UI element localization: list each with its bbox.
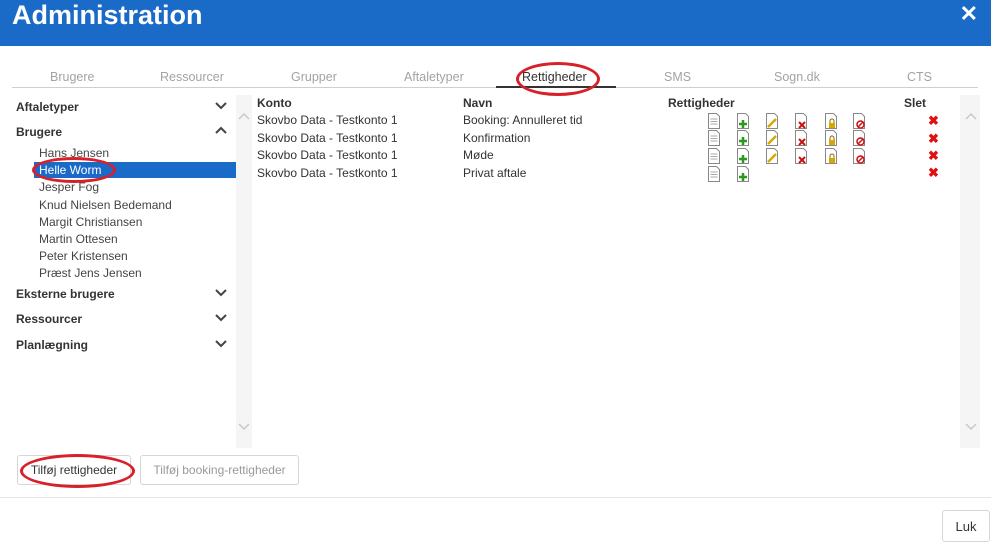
tab-ressourcer[interactable]: Ressourcer — [160, 70, 224, 84]
delete-doc-icon[interactable] — [794, 148, 808, 164]
tab-sogn-dk[interactable]: Sogn.dk — [774, 70, 820, 84]
user-item-praest-jens-jensen[interactable]: Præst Jens Jensen — [39, 266, 142, 280]
column-header-konto: Konto — [257, 96, 292, 110]
user-item-helle-worm[interactable]: Helle Worm — [34, 162, 236, 178]
chevron-down-icon — [215, 340, 227, 348]
block-doc-icon[interactable] — [852, 130, 866, 146]
doc-icon[interactable] — [707, 130, 721, 146]
sidebar-group-aftaletyper[interactable]: Aftaletyper — [16, 100, 228, 114]
chevron-down-icon — [215, 314, 227, 322]
sidebar-group-ressourcer[interactable]: Ressourcer — [16, 312, 228, 326]
scroll-up-icon[interactable] — [237, 111, 251, 121]
edit-doc-icon[interactable] — [765, 130, 779, 146]
column-header-navn: Navn — [463, 96, 493, 110]
sidebar-group-label: Eksterne brugere — [16, 287, 115, 301]
sidebar-group-label: Aftaletyper — [16, 100, 79, 114]
rights-panel: Konto Navn Rettigheder Slet Skovbo Data … — [236, 95, 980, 448]
sidebar-group-label: Brugere — [16, 125, 63, 139]
scroll-up-icon[interactable] — [964, 111, 978, 121]
close-button[interactable]: Luk — [942, 510, 990, 542]
delete-doc-icon[interactable] — [794, 113, 808, 129]
lock-doc-icon[interactable] — [824, 148, 838, 164]
tab-grupper[interactable]: Grupper — [291, 70, 337, 84]
chevron-down-icon — [215, 289, 227, 297]
table-cell-konto: Skovbo Data - Testkonto 1 — [257, 166, 398, 180]
add-doc-icon[interactable] — [736, 166, 750, 182]
add-booking-rights-button[interactable]: Tilføj booking-rettigheder — [140, 455, 299, 485]
block-doc-icon[interactable] — [852, 113, 866, 129]
delete-row-icon[interactable]: ✖ — [928, 132, 939, 145]
delete-row-icon[interactable]: ✖ — [928, 166, 939, 179]
doc-icon[interactable] — [707, 148, 721, 164]
sidebar-group-planlaegning[interactable]: Planlægning — [16, 338, 228, 352]
block-doc-icon[interactable] — [852, 148, 866, 164]
delete-doc-icon[interactable] — [794, 130, 808, 146]
sidebar: Aftaletyper Brugere Hans Jensen Helle Wo… — [12, 95, 236, 448]
tab-cts[interactable]: CTS — [907, 70, 932, 84]
edit-doc-icon[interactable] — [765, 113, 779, 129]
footer-divider — [0, 497, 991, 498]
table-cell-konto: Skovbo Data - Testkonto 1 — [257, 131, 398, 145]
rights-table: Konto Navn Rettigheder Slet Skovbo Data … — [252, 95, 960, 448]
user-item-hans-jensen[interactable]: Hans Jensen — [39, 146, 109, 160]
sidebar-group-eksterne-brugere[interactable]: Eksterne brugere — [16, 287, 228, 301]
title-bar: Administration ✕ — [0, 0, 991, 46]
edit-doc-icon[interactable] — [765, 148, 779, 164]
table-cell-navn: Booking: Annulleret tid — [463, 113, 583, 127]
table-cell-konto: Skovbo Data - Testkonto 1 — [257, 113, 398, 127]
tab-brugere[interactable]: Brugere — [50, 70, 94, 84]
table-cell-konto: Skovbo Data - Testkonto 1 — [257, 148, 398, 162]
table-cell-navn: Konfirmation — [463, 131, 531, 145]
scroll-down-icon[interactable] — [964, 422, 978, 432]
lock-doc-icon[interactable] — [824, 130, 838, 146]
delete-row-icon[interactable]: ✖ — [928, 149, 939, 162]
add-doc-icon[interactable] — [736, 148, 750, 164]
sidebar-group-label: Ressourcer — [16, 312, 83, 326]
doc-icon[interactable] — [707, 113, 721, 129]
tab-aftaletyper[interactable]: Aftaletyper — [404, 70, 464, 84]
delete-row-icon[interactable]: ✖ — [928, 114, 939, 127]
doc-icon[interactable] — [707, 166, 721, 182]
sidebar-group-brugere[interactable]: Brugere — [16, 125, 228, 139]
user-item-peter-kristensen[interactable]: Peter Kristensen — [39, 249, 128, 263]
add-doc-icon[interactable] — [736, 130, 750, 146]
chevron-down-icon — [215, 102, 227, 110]
user-item-jesper-fog[interactable]: Jesper Fog — [39, 180, 99, 194]
window-title: Administration — [12, 0, 203, 30]
active-tab-underline — [496, 86, 616, 88]
column-header-rettigheder: Rettigheder — [668, 96, 735, 110]
add-doc-icon[interactable] — [736, 113, 750, 129]
tab-rettigheder[interactable]: Rettigheder — [522, 70, 587, 84]
scroll-down-icon[interactable] — [237, 422, 251, 432]
add-rights-button[interactable]: Tilføj rettigheder — [17, 455, 131, 485]
chevron-up-icon — [215, 126, 227, 134]
user-item-knud-nielsen-bedemand[interactable]: Knud Nielsen Bedemand — [39, 198, 172, 212]
column-header-slet: Slet — [904, 96, 927, 110]
lock-doc-icon[interactable] — [824, 113, 838, 129]
close-icon[interactable]: ✕ — [960, 3, 978, 25]
user-item-margit-christiansen[interactable]: Margit Christiansen — [39, 215, 142, 229]
table-cell-navn: Møde — [463, 148, 494, 162]
sidebar-group-label: Planlægning — [16, 338, 88, 352]
tab-sms[interactable]: SMS — [664, 70, 691, 84]
table-cell-navn: Privat aftale — [463, 166, 527, 180]
tab-bar: Brugere Ressourcer Grupper Aftaletyper R… — [12, 66, 978, 88]
user-item-martin-ottesen[interactable]: Martin Ottesen — [39, 232, 118, 246]
